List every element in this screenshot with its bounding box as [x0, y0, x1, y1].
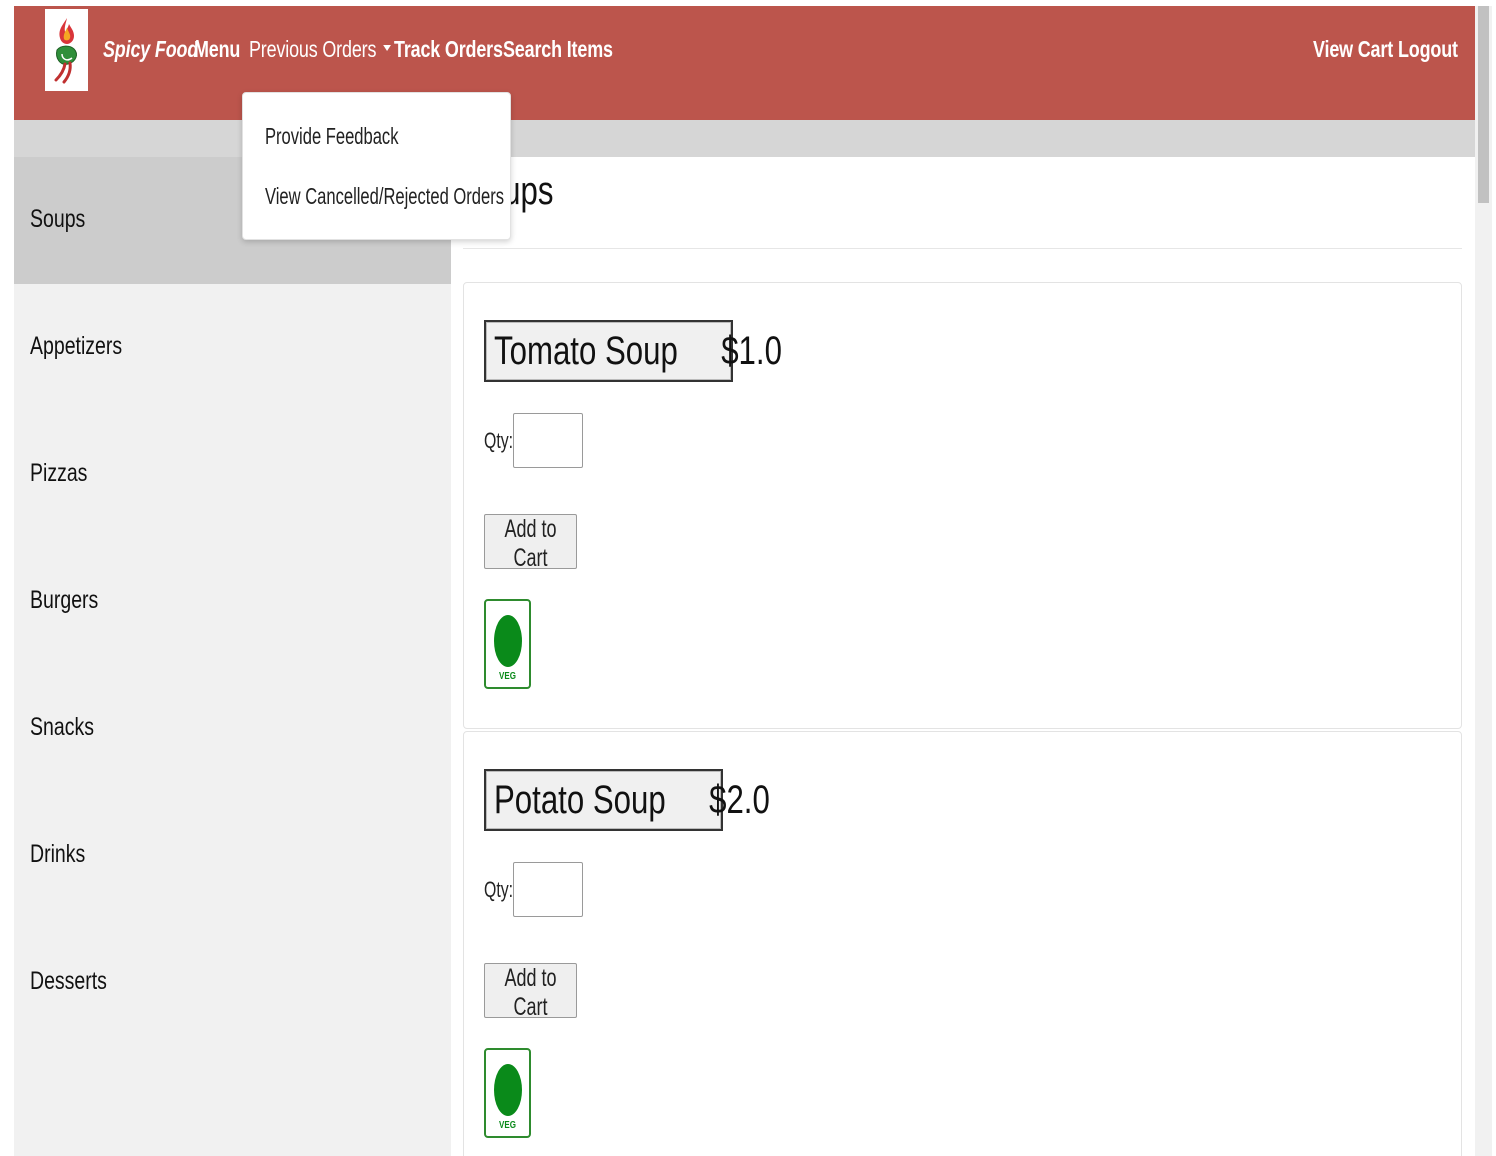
app-viewport: Spicy Food Menu Previous Orders Track Or… — [14, 6, 1475, 1156]
veg-dot-icon — [494, 1064, 522, 1116]
sidebar-item-appetizers[interactable]: Appetizers — [14, 284, 451, 411]
sidebar-item-label: Drinks — [30, 840, 86, 868]
sidebar-item-label: Soups — [30, 205, 86, 233]
sidebar-item-drinks[interactable]: Drinks — [14, 792, 451, 919]
top-navbar: Spicy Food Menu Previous Orders Track Or… — [14, 6, 1475, 120]
nav-previous-orders-label: Previous Orders — [249, 36, 377, 62]
product-title-box: Tomato Soup $1.0 — [484, 320, 782, 382]
nav-track-orders-link[interactable]: Track Orders — [394, 32, 503, 66]
product-price: $2.0 — [709, 777, 770, 822]
product-card: Tomato Soup $1.0 Qty: Add to Cart VEG — [463, 282, 1462, 729]
dropdown-item-view-cancelled-orders[interactable]: View Cancelled/Rejected Orders — [265, 183, 504, 210]
qty-label: Qty: — [484, 428, 514, 453]
add-to-cart-label: Add to Cart — [504, 515, 557, 572]
nav-subbar — [14, 120, 1475, 157]
product-title: Tomato Soup $1.0 — [494, 329, 782, 374]
dropdown-item-provide-feedback[interactable]: Provide Feedback — [265, 123, 398, 150]
product-card: Potato Soup $2.0 Qty: Add to Cart VEG — [463, 731, 1462, 1156]
heading-divider — [463, 248, 1462, 249]
brand-name[interactable]: Spicy Food — [103, 32, 198, 66]
product-title: Potato Soup $2.0 — [494, 778, 770, 823]
sidebar-item-label: Appetizers — [30, 332, 123, 360]
add-to-cart-button[interactable]: Add to Cart — [484, 514, 577, 572]
nav-menu-link[interactable]: Menu — [194, 32, 240, 66]
previous-orders-dropdown: Provide Feedback View Cancelled/Rejected… — [242, 92, 511, 240]
sidebar-item-label: Desserts — [30, 967, 107, 995]
veg-badge-icon: VEG — [484, 1048, 531, 1138]
add-to-cart-label: Add to Cart — [504, 964, 557, 1021]
category-sidebar: Soups Appetizers Pizzas Burgers Snacks D… — [14, 157, 451, 1156]
veg-badge-label: VEG — [499, 1120, 516, 1131]
nav-search-items-link[interactable]: Search Items — [503, 32, 613, 66]
sidebar-item-desserts[interactable]: Desserts — [14, 919, 451, 1046]
page-scrollbar[interactable] — [1475, 6, 1492, 1156]
sidebar-item-label: Pizzas — [30, 459, 88, 487]
product-name: Tomato Soup — [494, 328, 678, 373]
sidebar-item-label: Burgers — [30, 586, 99, 614]
sidebar-item-snacks[interactable]: Snacks — [14, 665, 451, 792]
nav-view-cart-link[interactable]: View Cart — [1313, 32, 1393, 66]
add-to-cart-button[interactable]: Add to Cart — [484, 963, 577, 1021]
sidebar-item-burgers[interactable]: Burgers — [14, 538, 451, 665]
chili-flame-icon — [54, 18, 77, 84]
nav-logout-link[interactable]: Logout — [1398, 32, 1458, 66]
sidebar-item-pizzas[interactable]: Pizzas — [14, 411, 451, 538]
sidebar-item-label: Snacks — [30, 713, 94, 741]
qty-input[interactable] — [513, 862, 583, 917]
qty-label: Qty: — [484, 877, 514, 902]
nav-previous-orders-toggle[interactable]: Previous Orders — [249, 32, 392, 66]
product-name: Potato Soup — [494, 777, 666, 822]
caret-down-icon — [383, 44, 392, 51]
product-title-box: Potato Soup $2.0 — [484, 769, 770, 831]
brand-logo-icon[interactable] — [45, 9, 88, 91]
main-content: Soups Tomato Soup $1.0 Qty: Add to Cart … — [451, 157, 1475, 1156]
veg-badge-label: VEG — [499, 671, 516, 682]
scrollbar-thumb[interactable] — [1478, 6, 1489, 203]
veg-dot-icon — [494, 615, 522, 667]
qty-input[interactable] — [513, 413, 583, 468]
veg-badge-icon: VEG — [484, 599, 531, 689]
product-price: $1.0 — [721, 328, 782, 373]
